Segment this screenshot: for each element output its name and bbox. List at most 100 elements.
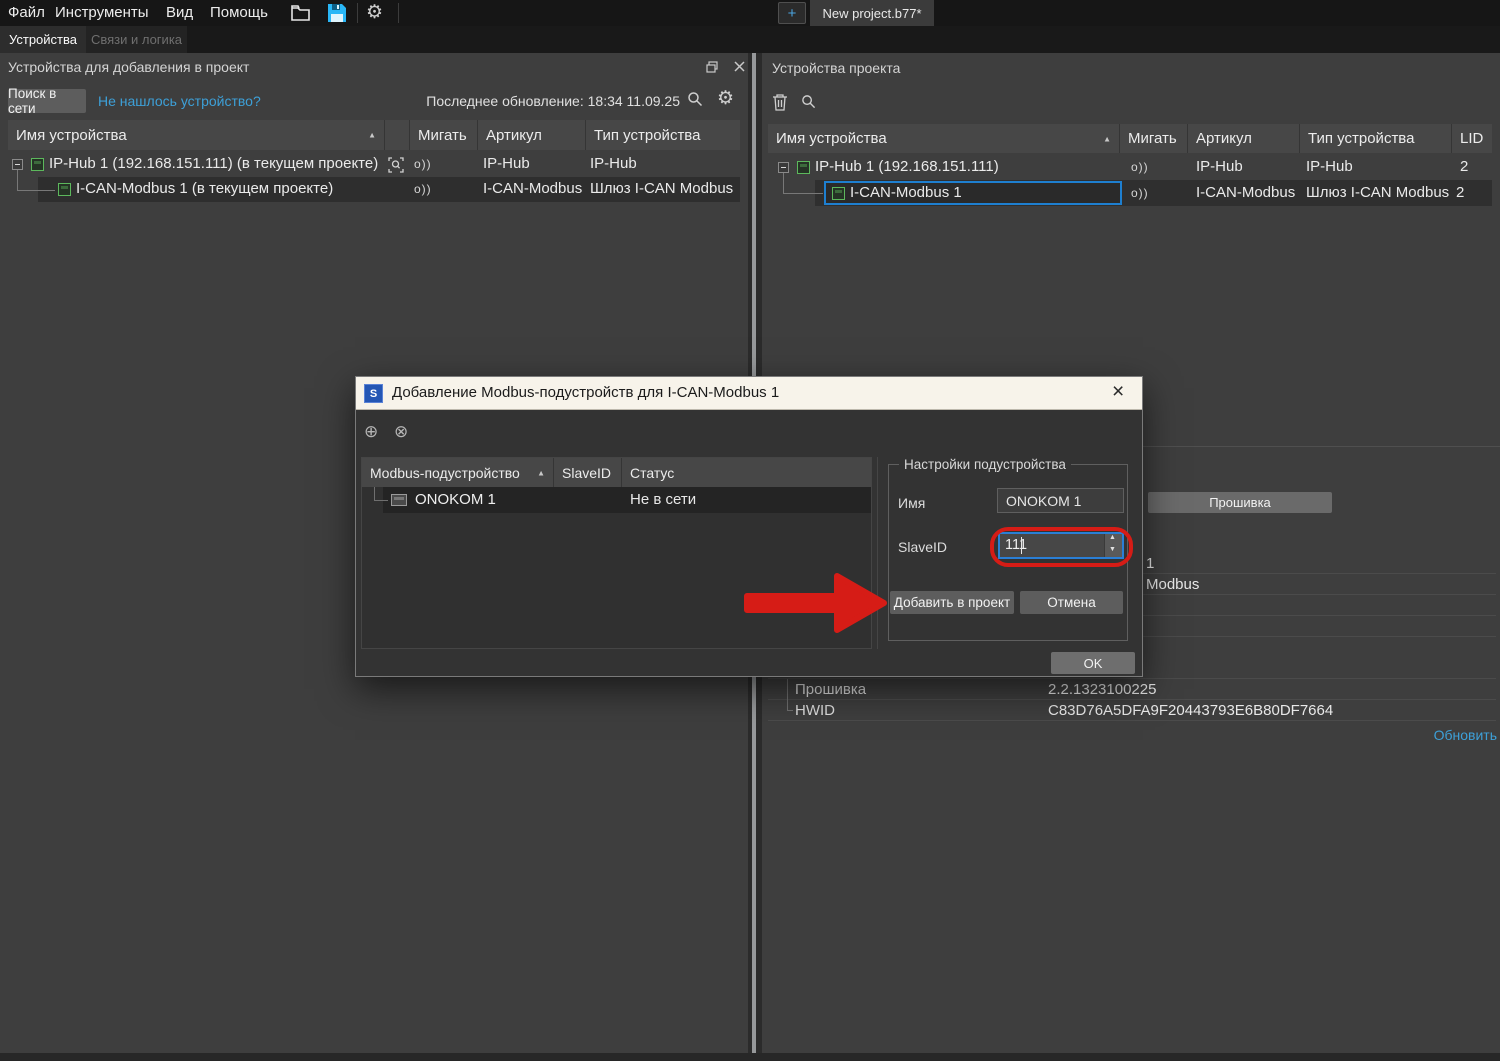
collapse-icon[interactable] <box>12 159 23 170</box>
tab-links-logic[interactable]: Связи и логика <box>86 26 187 53</box>
property-value: C83D76A5DFA9F20443793E6B80DF7664 <box>1048 702 1333 719</box>
panel-gear-icon[interactable]: ⚙ <box>717 87 734 110</box>
add-subdevice-icon[interactable]: ⊕ <box>364 422 378 442</box>
dialog-close-icon[interactable]: × <box>1112 380 1124 404</box>
col-type-label: Тип устройства <box>1308 130 1414 147</box>
menu-view[interactable]: Вид <box>166 4 193 21</box>
table-row[interactable]: I-CAN-Modbus 1 (в текущем проекте) о)) I… <box>8 177 740 202</box>
property-label: HWID <box>795 702 835 719</box>
subdevice-name: ONOKOM 1 <box>415 491 496 508</box>
collapse-icon[interactable] <box>778 162 789 173</box>
application-window: Файл Инструменты Вид Помощь ⚙ + New proj… <box>0 0 1500 1061</box>
menu-help[interactable]: Помощь <box>210 4 268 21</box>
name-label: Имя <box>898 495 925 511</box>
col-status-label: Статус <box>630 465 674 481</box>
blink-icon[interactable]: о)) <box>414 182 432 196</box>
device-icon <box>58 183 71 196</box>
device-article: IP-Hub <box>483 155 530 172</box>
subdevice-row[interactable]: ONOKOM 1 Не в сети <box>362 487 871 513</box>
blink-icon[interactable]: о)) <box>1131 186 1149 200</box>
col-article[interactable]: Артикул <box>478 120 586 150</box>
col-modbus-subdevice[interactable]: Modbus-подустройство ▲ <box>362 458 554 487</box>
device-name: IP-Hub 1 (192.168.151.111) (в текущем пр… <box>49 155 378 172</box>
property-row-firmware[interactable]: Прошивка 2.2.1323100225 <box>768 679 1496 700</box>
tree-guide <box>783 193 823 194</box>
col-lid[interactable]: LID <box>1452 124 1492 153</box>
device-type: IP-Hub <box>1306 158 1353 175</box>
sort-asc-icon: ▲ <box>368 131 376 140</box>
sort-asc-icon: ▲ <box>1103 134 1111 143</box>
menubar-separator <box>357 3 358 23</box>
left-table-header: Имя устройства ▲ Мигать Артикул Тип устр… <box>8 120 740 150</box>
device-article: I-CAN-Modbus <box>483 180 582 197</box>
status-strip <box>0 1053 1500 1061</box>
table-row-selected[interactable]: I-CAN-Modbus 1 о)) I-CAN-Modbus Шлюз I-C… <box>768 180 1492 206</box>
project-tab[interactable]: New project.b77* <box>810 0 934 26</box>
col-type[interactable]: Тип устройства <box>1300 124 1452 153</box>
device-icon <box>797 161 810 174</box>
device-name: I-CAN-Modbus 1 (в текущем проекте) <box>76 180 333 197</box>
col-blink-label: Мигать <box>418 127 467 144</box>
tree-guide <box>787 700 788 710</box>
table-row[interactable]: IP-Hub 1 (192.168.151.111) (в текущем пр… <box>8 152 740 177</box>
right-table-header: Имя устройства ▲ Мигать Артикул Тип устр… <box>768 124 1492 153</box>
panel-float-icon[interactable] <box>706 61 718 73</box>
device-icon <box>832 187 845 200</box>
tab-devices[interactable]: Устройства <box>0 26 86 53</box>
property-value-partial: Modbus <box>1146 576 1199 593</box>
col-name-label: Имя устройства <box>16 127 127 144</box>
add-to-project-button[interactable]: Добавить в проект <box>890 591 1014 614</box>
last-update-label: Последнее обновление: 18:34 11.09.25 <box>380 93 680 109</box>
search-icon[interactable] <box>687 91 703 107</box>
tree-guide <box>17 190 55 191</box>
property-row-hwid[interactable]: HWID C83D76A5DFA9F20443793E6B80DF7664 <box>768 700 1496 721</box>
locate-scan-icon[interactable] <box>388 157 404 173</box>
col-blink[interactable]: Мигать <box>410 120 478 150</box>
col-slaveid[interactable]: SlaveID <box>554 458 622 487</box>
blink-icon[interactable]: о)) <box>414 157 432 171</box>
menu-file[interactable]: Файл <box>8 4 45 21</box>
refresh-link[interactable]: Обновить <box>1197 727 1497 743</box>
col-type-label: Тип устройства <box>594 127 700 144</box>
dialog-title: Добавление Modbus-подустройств для I-CAN… <box>392 384 779 401</box>
cancel-button[interactable]: Отмена <box>1020 591 1123 614</box>
device-article: I-CAN-Modbus <box>1196 184 1295 201</box>
search-project-icon[interactable] <box>801 94 816 109</box>
subdevice-status: Не в сети <box>630 491 696 508</box>
ok-button[interactable]: OK <box>1051 652 1135 674</box>
device-not-found-link[interactable]: Не нашлось устройство? <box>98 93 261 109</box>
menu-tools[interactable]: Инструменты <box>55 4 149 21</box>
settings-gear-icon[interactable]: ⚙ <box>366 1 383 24</box>
col-name[interactable]: Имя устройства ▲ <box>768 124 1120 153</box>
tree-guide <box>17 170 18 190</box>
col-lid-label: LID <box>1460 130 1483 147</box>
col-name-label: Имя устройства <box>776 130 887 147</box>
col-modbus-subdevice-label: Modbus-подустройство <box>370 465 520 481</box>
name-field[interactable] <box>997 488 1124 513</box>
blink-icon[interactable]: о)) <box>1131 160 1149 174</box>
annotation-highlight-ellipse <box>990 527 1133 567</box>
right-panel-title: Устройства проекта <box>772 60 900 76</box>
col-status[interactable]: Статус <box>622 458 871 487</box>
search-network-button[interactable]: Поиск в сети <box>8 89 86 113</box>
table-row[interactable]: IP-Hub 1 (192.168.151.111) о)) IP-Hub IP… <box>768 155 1492 180</box>
col-blink[interactable]: Мигать <box>1120 124 1188 153</box>
tree-guide <box>374 500 388 501</box>
annotation-arrow <box>738 566 890 638</box>
open-folder-icon[interactable] <box>290 4 312 22</box>
subdevice-icon <box>391 494 407 506</box>
col-name[interactable]: Имя устройства ▲ <box>8 120 385 150</box>
save-icon[interactable] <box>327 3 347 23</box>
remove-subdevice-icon[interactable]: ⊗ <box>394 422 408 442</box>
col-empty[interactable] <box>385 120 410 150</box>
firmware-button[interactable]: Прошивка <box>1148 492 1332 513</box>
new-project-tab-button[interactable]: + <box>778 2 806 24</box>
col-type[interactable]: Тип устройства <box>586 120 740 150</box>
panel-close-icon[interactable] <box>734 61 745 72</box>
tree-guide <box>787 679 788 700</box>
col-blink-label: Мигать <box>1128 130 1177 147</box>
dialog-titlebar[interactable]: S Добавление Modbus-подустройств для I-C… <box>356 377 1142 410</box>
col-article[interactable]: Артикул <box>1188 124 1300 153</box>
delete-device-icon[interactable] <box>772 93 788 111</box>
col-article-label: Артикул <box>1196 130 1252 147</box>
